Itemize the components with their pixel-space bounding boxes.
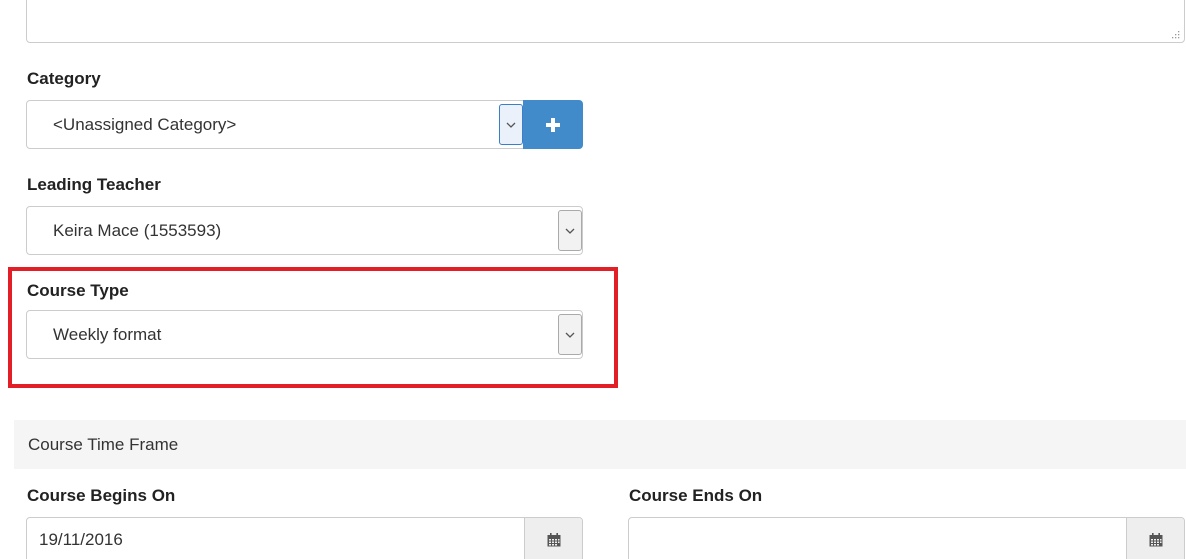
resize-grip-icon[interactable] <box>1171 30 1180 39</box>
leading-teacher-label: Leading Teacher <box>27 175 161 194</box>
calendar-icon <box>1149 533 1162 547</box>
leading-teacher-selected-value: Keira Mace (1553593) <box>53 221 222 240</box>
chevron-down-icon[interactable] <box>558 314 582 355</box>
category-label: Category <box>27 69 101 88</box>
plus-icon <box>546 117 560 132</box>
calendar-icon <box>547 533 560 547</box>
course-type-select[interactable]: Weekly format <box>26 310 583 359</box>
leading-teacher-select[interactable]: Keira Mace (1553593) <box>26 206 583 255</box>
description-textarea[interactable] <box>26 0 1185 43</box>
course-begins-label: Course Begins On <box>27 486 176 505</box>
course-begins-value: 19/11/2016 <box>39 530 123 549</box>
calendar-button[interactable] <box>524 518 582 559</box>
course-type-selected-value: Weekly format <box>53 325 162 344</box>
course-ends-label: Course Ends On <box>629 486 763 505</box>
calendar-button[interactable] <box>1126 518 1184 559</box>
course-type-label: Course Type <box>27 281 129 300</box>
course-begins-input[interactable]: 19/11/2016 <box>26 517 583 559</box>
add-category-button[interactable] <box>523 100 583 149</box>
category-selected-value: <Unassigned Category> <box>53 115 237 134</box>
time-frame-section-header: Course Time Frame <box>14 420 1186 469</box>
chevron-down-icon[interactable] <box>558 210 582 251</box>
category-select[interactable]: <Unassigned Category> <box>26 100 524 149</box>
chevron-down-icon[interactable] <box>499 104 523 145</box>
course-ends-input[interactable] <box>628 517 1185 559</box>
